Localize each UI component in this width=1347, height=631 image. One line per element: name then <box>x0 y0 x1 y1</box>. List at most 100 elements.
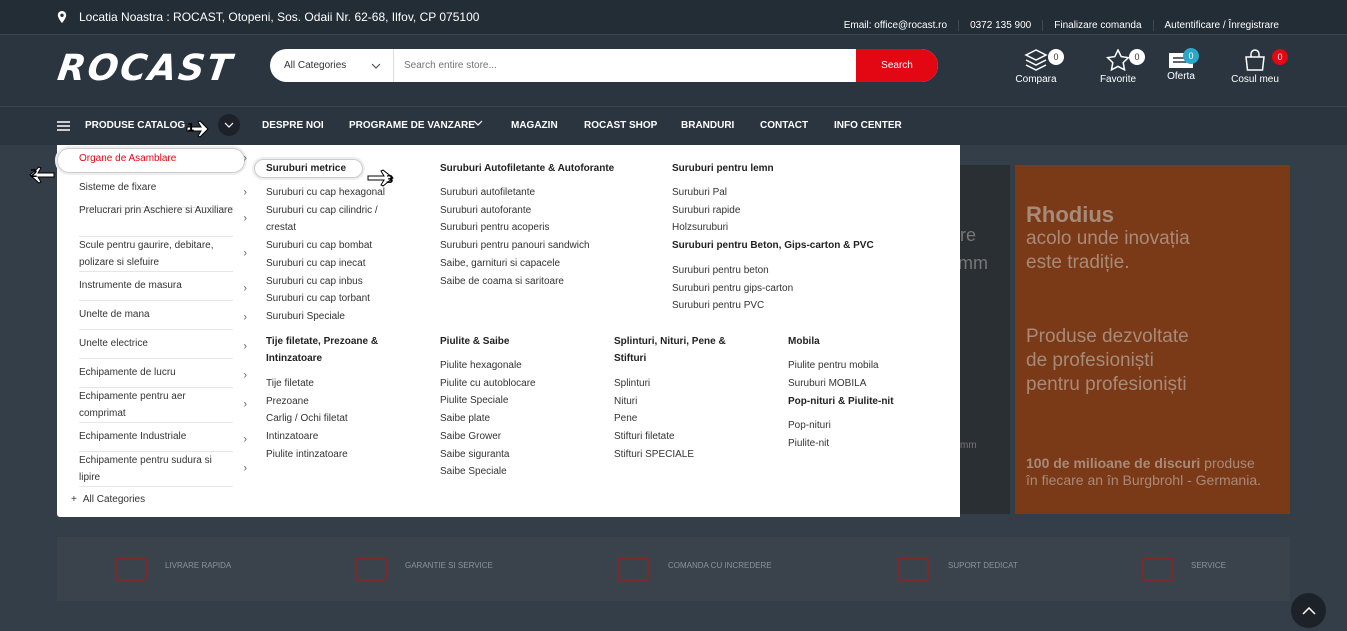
menu-link[interactable]: Suruburi autoforante <box>440 202 590 220</box>
nav-branduri[interactable]: BRANDURI <box>681 120 734 131</box>
search-input[interactable] <box>394 49 856 82</box>
menu-link[interactable]: Saibe plate <box>440 410 536 428</box>
menu-link[interactable]: Pop-nituri <box>788 417 831 435</box>
sidebar-item-prelucrari[interactable]: Prelucrari prin Aschiere si Auxiliare › <box>79 202 247 237</box>
sidebar-item-unelte-mana[interactable]: Unelte de mana › <box>79 306 247 330</box>
menu-link[interactable]: Suruburi cu cap cilindric / crestat <box>266 202 406 237</box>
favorites-button[interactable]: 0 Favorite <box>1099 49 1145 85</box>
offer-button[interactable]: 0 Oferta <box>1164 48 1199 82</box>
sidebar-item-industriale[interactable]: Echipamente Industriale › <box>79 428 247 452</box>
chat-icon <box>897 557 929 581</box>
menu-link[interactable]: Splinturi <box>614 375 694 393</box>
phone-link[interactable]: 0372 135 900 <box>958 20 1042 31</box>
menu-link[interactable]: Suruburi Speciale <box>266 308 406 326</box>
all-categories-link[interactable]: + All Categories <box>71 494 145 505</box>
menu-link[interactable]: Saibe Grower <box>440 428 536 446</box>
favorites-label: Favorite <box>1099 74 1137 85</box>
menu-link[interactable]: Stifturi filetate <box>614 428 694 446</box>
menu-link[interactable]: Saibe, garnituri si capacele <box>440 255 590 273</box>
menu-link[interactable]: Suruburi cu cap inecat <box>266 255 406 273</box>
logo[interactable]: ROCAST <box>55 48 236 89</box>
main-nav: PRODUSE CATALOG 1 DESPRE NOI PROGRAME DE… <box>0 106 1347 145</box>
search-button[interactable]: Search <box>856 49 938 82</box>
menu-link[interactable]: Intinzatoare <box>266 428 348 446</box>
menu-heading[interactable]: Suruburi metrice <box>266 160 346 177</box>
menu-link[interactable]: Saibe siguranta <box>440 446 536 464</box>
menu-link[interactable]: Tije filetate <box>266 375 348 393</box>
nav-produse-catalog[interactable]: PRODUSE CATALOG <box>85 120 185 131</box>
cart-button[interactable]: 0 Cosul meu <box>1230 49 1288 85</box>
menu-link[interactable]: Suruburi pentru PVC <box>672 297 793 315</box>
menu-link[interactable]: Piulite intinzatoare <box>266 446 348 464</box>
shopping-bag-icon <box>1245 49 1265 71</box>
menu-link[interactable]: Suruburi pentru panouri sandwich <box>440 237 590 255</box>
menu-heading[interactable]: Splinturi, Nituri, Pene & Stifturi <box>614 333 744 367</box>
menu-link[interactable]: Carlig / Ochi filetat <box>266 410 348 428</box>
menu-heading[interactable]: Pop-nituri & Piulite-nit <box>788 393 894 410</box>
menu-heading[interactable]: Piulite & Saibe <box>440 333 509 350</box>
nav-despre-noi[interactable]: DESPRE NOI <box>262 120 324 131</box>
compare-button[interactable]: 0 Compara <box>1015 49 1064 85</box>
menu-link[interactable]: Suruburi pentru beton <box>672 262 793 280</box>
rhodius-banner[interactable]: Rhodius acolo unde inovația este tradiție… <box>1015 165 1290 514</box>
chevron-down-icon <box>371 63 381 69</box>
menu-heading[interactable]: Suruburi pentru lemn <box>672 160 774 177</box>
menu-link[interactable]: Pene <box>614 410 694 428</box>
menu-link[interactable]: Suruburi cu cap bombat <box>266 237 406 255</box>
category-select[interactable]: All Categories <box>270 49 394 82</box>
menu-link[interactable]: Piulite Speciale <box>440 392 536 410</box>
menu-link[interactable]: Saibe de coama si saritoare <box>440 273 590 291</box>
scroll-top-button[interactable] <box>1291 593 1326 628</box>
menu-link[interactable]: Piulite-nit <box>788 435 831 453</box>
sidebar-item-echipamente-lucru[interactable]: Echipamente de lucru › <box>79 364 247 388</box>
menu-link[interactable]: Suruburi cu cap inbus <box>266 273 406 291</box>
hamburger-icon[interactable] <box>57 121 70 131</box>
email-link[interactable]: Email: office@rocast.ro <box>833 20 958 31</box>
chevron-right-icon: › <box>243 369 247 381</box>
menu-list: Piulite pentru mobila Suruburi MOBILA <box>788 357 879 392</box>
banner-subtitle: Produse dezvoltate de profesioniști pentru… <box>1026 326 1189 395</box>
menu-link[interactable]: Piulite pentru mobila <box>788 357 879 375</box>
menu-link[interactable]: Suruburi autofiletante <box>440 184 590 202</box>
menu-link[interactable]: Suruburi cu cap torbant <box>266 290 406 308</box>
nav-info-center[interactable]: INFO CENTER <box>834 120 902 131</box>
menu-link[interactable]: Nituri <box>614 393 694 411</box>
menu-list: Splinturi Nituri Pene Stifturi filetate … <box>614 375 694 464</box>
login-link[interactable]: Autentificare / Înregistrare <box>1152 20 1291 31</box>
compare-label: Compara <box>1015 74 1057 85</box>
feature-suport: SUPORT DEDICAT <box>948 561 1018 570</box>
menu-link[interactable]: Suruburi Pal <box>672 184 740 202</box>
nav-contact[interactable]: CONTACT <box>760 120 808 131</box>
menu-heading[interactable]: Suruburi pentru Beton, Gips-carton & PVC <box>672 237 874 254</box>
menu-link[interactable]: Saibe Speciale <box>440 463 536 481</box>
menu-link[interactable]: Holzsuruburi <box>672 219 740 237</box>
menu-link[interactable]: Stifturi SPECIALE <box>614 446 694 464</box>
feature-garantie: GARANTIE SI SERVICE <box>405 561 493 570</box>
menu-link[interactable]: Suruburi MOBILA <box>788 375 879 393</box>
location-pin-icon <box>57 11 67 23</box>
nav-programe-de-vanzare[interactable]: PROGRAME DE VANZARE <box>349 120 475 131</box>
sidebar-item-sudura[interactable]: Echipamente pentru sudura si lipire › <box>79 452 247 487</box>
menu-link[interactable]: Suruburi pentru gips-carton <box>672 280 793 298</box>
features-bar: LIVRARE RAPIDA GARANTIE SI SERVICE COMAN… <box>57 537 1290 601</box>
menu-link[interactable]: Prezoane <box>266 393 348 411</box>
cart-label: Cosul meu <box>1231 74 1279 85</box>
catalog-toggle[interactable] <box>218 114 240 136</box>
nav-magazin[interactable]: MAGAZIN <box>511 120 558 131</box>
nav-rocast-shop[interactable]: ROCAST SHOP <box>584 120 657 131</box>
menu-link[interactable]: Piulite cu autoblocare <box>440 375 536 393</box>
menu-heading[interactable]: Suruburi Autofiletante & Autoforante <box>440 160 614 177</box>
menu-link[interactable]: Piulite hexagonale <box>440 357 536 375</box>
menu-link[interactable]: Suruburi pentru acoperis <box>440 219 590 237</box>
sidebar-item-unelte-electrice[interactable]: Unelte electrice › <box>79 335 247 359</box>
menu-link[interactable]: Suruburi rapide <box>672 202 740 220</box>
menu-heading[interactable]: Mobila <box>788 333 820 350</box>
compare-count: 0 <box>1048 49 1064 65</box>
menu-link[interactable]: Suruburi cu cap hexagonal <box>266 184 406 202</box>
sidebar-item-organe[interactable]: Organe de Asamblare › <box>79 150 247 167</box>
checkout-link[interactable]: Finalizare comanda <box>1042 20 1152 31</box>
sidebar-item-aer-comprimat[interactable]: Echipamente pentru aer comprimat › <box>79 388 247 423</box>
sidebar-item-instrumente[interactable]: Instrumente de masura › <box>79 277 247 301</box>
menu-heading[interactable]: Tije filetate, Prezoane & Intinzatoare <box>266 333 406 367</box>
sidebar-item-scule[interactable]: Scule pentru gaurire, debitare, polizare… <box>79 237 247 272</box>
